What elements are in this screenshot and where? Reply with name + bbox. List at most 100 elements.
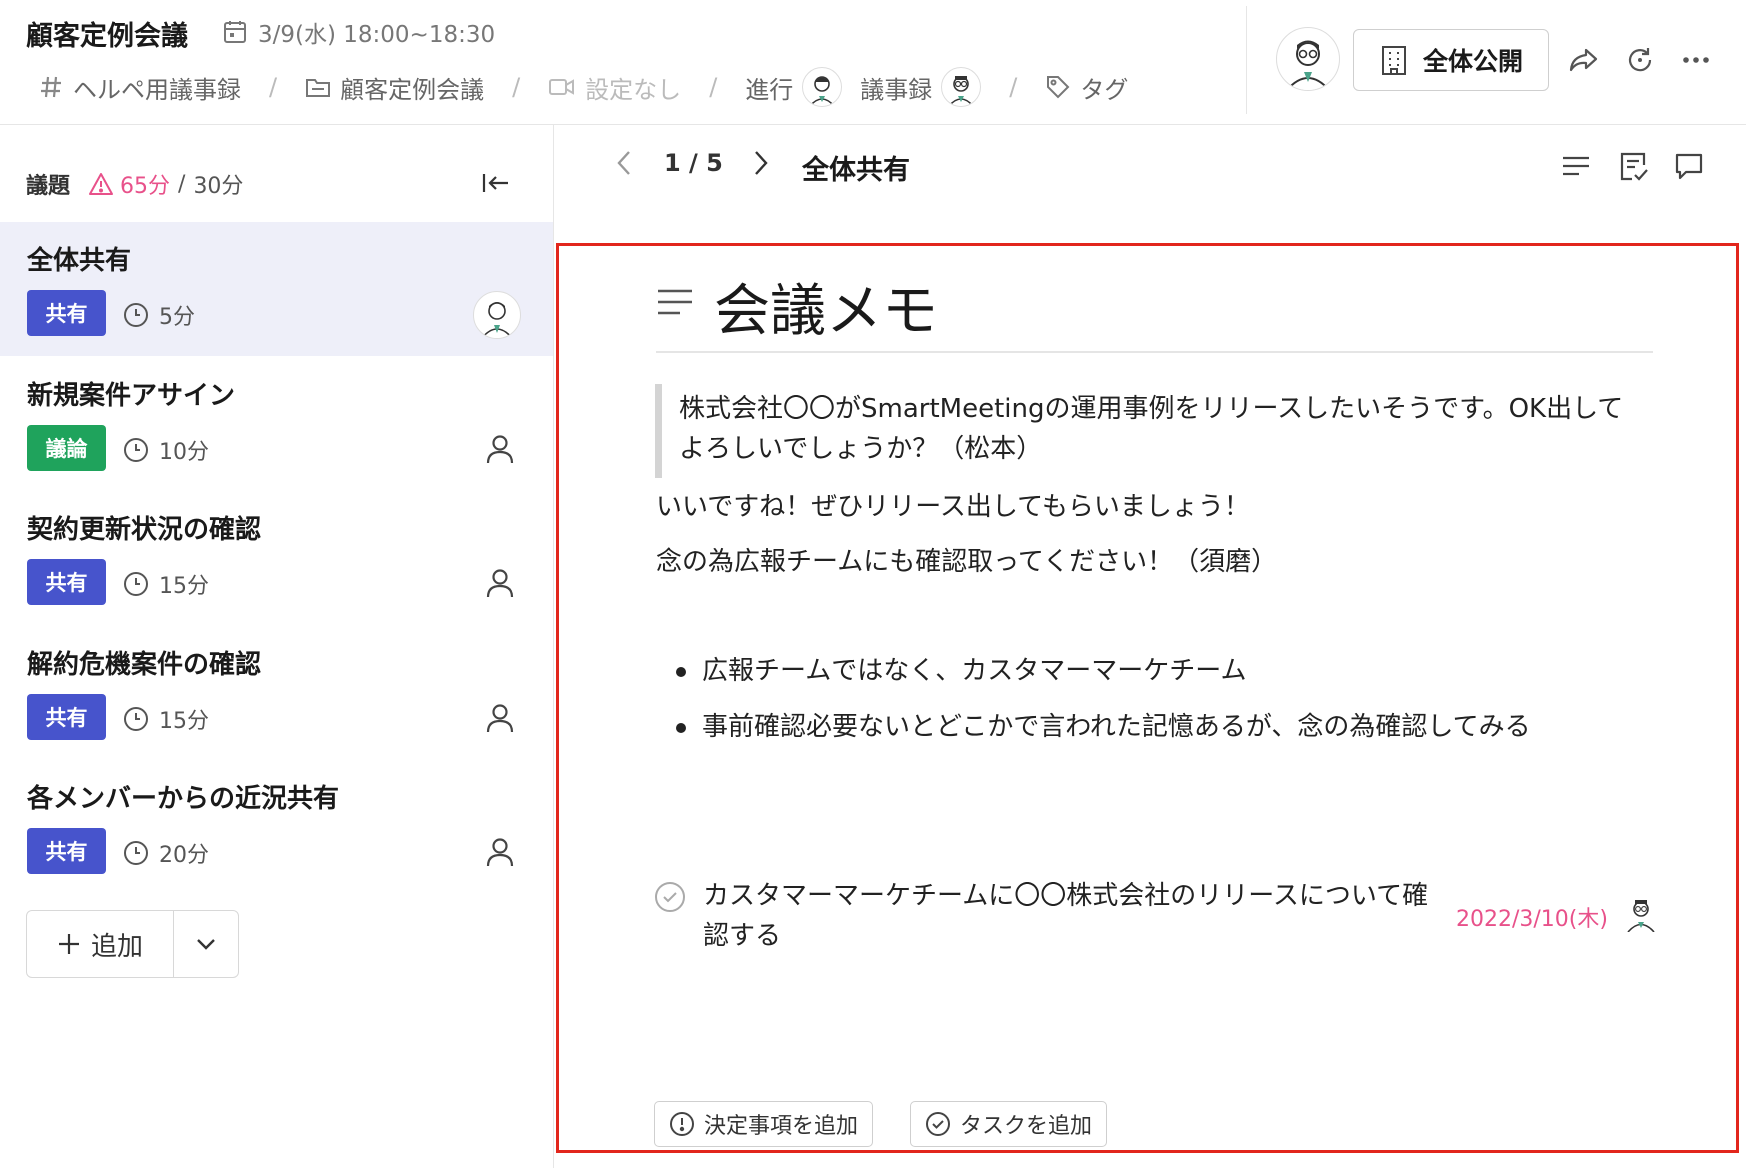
add-label: 追加: [90, 931, 143, 962]
agenda-header: 議題 65分 / 30分: [26, 168, 243, 200]
agenda-duration: 5分: [123, 299, 195, 331]
agenda-item[interactable]: 新規案件アサイン 議論 10分: [0, 357, 553, 491]
meeting-datetime[interactable]: 3/9(水) 18:00~18:30: [222, 15, 495, 49]
check-circle-icon: [925, 1111, 951, 1137]
clock-icon: [123, 302, 149, 328]
comment-icon[interactable]: [1673, 150, 1705, 182]
quote-bar: [655, 384, 662, 478]
host-avatar[interactable]: [1276, 27, 1340, 91]
meeting-title[interactable]: 顧客定例会議: [26, 14, 188, 53]
heading-icon: [656, 285, 694, 319]
clock-icon: [123, 706, 149, 732]
duration-text: 5分: [159, 305, 195, 330]
more-icon[interactable]: [1680, 44, 1712, 76]
agenda-type-badge: 共有: [27, 828, 106, 874]
folder-crumb[interactable]: 顧客定例会議: [305, 70, 484, 105]
memo-paragraph[interactable]: 念の為広報チームにも確認取ってください！（須磨）: [656, 541, 1277, 578]
outline-icon[interactable]: [1560, 150, 1592, 182]
agenda-item[interactable]: 全体共有 共有 5分: [0, 222, 553, 356]
total-time: 30分: [193, 174, 244, 199]
divider: [656, 351, 1653, 353]
agenda-item[interactable]: 契約更新状況の確認 共有 15分: [0, 491, 553, 625]
breadcrumb-separator: /: [269, 73, 278, 101]
datetime-text: 3/9(水) 18:00~18:30: [258, 22, 496, 48]
folder-name: 顧客定例会議: [340, 75, 485, 104]
add-agenda-button[interactable]: 追加: [27, 911, 174, 977]
breadcrumb: ヘルペ用議事録 / 顧客定例会議 / 設定なし / 進行 議事録 / タグ: [38, 67, 1128, 107]
alert-circle-icon: [669, 1111, 695, 1137]
avatar: [802, 67, 843, 107]
plus-icon: [57, 932, 81, 956]
agenda-pager: 1 / 5: [612, 148, 773, 178]
breadcrumb-separator: /: [512, 73, 521, 101]
agenda-duration: 15分: [123, 703, 209, 735]
video-icon: [548, 77, 576, 97]
agenda-item-title: 各メンバーからの近況共有: [27, 784, 340, 814]
user-icon[interactable]: [484, 836, 516, 868]
add-task-label: タスクを追加: [960, 1114, 1093, 1139]
memo-heading[interactable]: 会議メモ: [714, 266, 938, 347]
add-decision-button[interactable]: 決定事項を追加: [654, 1101, 874, 1147]
task-assignee-avatar[interactable]: [1625, 896, 1657, 932]
quote-block[interactable]: 株式会社〇〇がSmartMeetingの運用事例をリリースしたいそうです。OK出…: [679, 389, 1649, 469]
chevron-down-icon: [194, 932, 218, 956]
facilitator-crumb[interactable]: 進行: [745, 67, 843, 107]
page-counter: 1 / 5: [664, 149, 723, 177]
task-text[interactable]: カスタマーマーケチームに〇〇株式会社のリリースについて確認する: [703, 876, 1438, 956]
agenda-item[interactable]: 各メンバーからの近況共有 共有 20分: [0, 760, 553, 894]
agenda-item-title: 全体共有: [27, 246, 132, 276]
agenda-item[interactable]: 解約危機案件の確認 共有 15分: [0, 626, 553, 760]
memo-paragraph[interactable]: いいですね！ぜひリリース出してもらいましょう！: [656, 486, 1250, 523]
task-due-date[interactable]: 2022/3/10(木): [1456, 901, 1608, 933]
agenda-type-badge: 共有: [27, 559, 106, 605]
channel-name: ヘルペ用議事録: [73, 75, 241, 104]
channel-crumb[interactable]: ヘルペ用議事録: [38, 70, 241, 105]
tag-label: タグ: [1080, 75, 1129, 104]
agenda-duration: 10分: [123, 434, 209, 466]
refresh-icon[interactable]: [1624, 44, 1656, 76]
breadcrumb-separator: /: [709, 73, 718, 101]
calendar-icon: [222, 19, 248, 45]
tag-crumb[interactable]: タグ: [1045, 70, 1128, 105]
publish-label: 全体公開: [1422, 47, 1523, 76]
add-agenda-group: 追加: [26, 910, 239, 978]
duration-text: 15分: [159, 574, 209, 599]
agenda-duration: 15分: [123, 568, 209, 600]
folder-icon: [305, 75, 331, 99]
warning-icon: [88, 172, 114, 196]
duration-text: 10分: [159, 440, 209, 465]
video-setting: 設定なし: [585, 75, 682, 104]
facilitator-label: 進行: [745, 75, 794, 104]
add-task-button[interactable]: タスクを追加: [910, 1101, 1108, 1147]
notes-icon[interactable]: [1617, 150, 1649, 182]
duration-text: 15分: [159, 709, 209, 734]
collapse-sidebar-icon[interactable]: [479, 166, 513, 200]
add-decision-label: 決定事項を追加: [704, 1114, 859, 1139]
user-icon[interactable]: [484, 567, 516, 599]
avatar: [941, 67, 982, 107]
agenda-item-title: 新規案件アサイン: [27, 381, 236, 411]
over-time: 65分: [120, 174, 171, 199]
list-item[interactable]: 広報チームではなく、カスタマーマーケチーム: [674, 653, 1531, 709]
user-icon[interactable]: [484, 433, 516, 465]
section-title: 全体共有: [802, 155, 910, 186]
hash-icon: [38, 74, 64, 100]
tag-icon: [1045, 74, 1071, 100]
chevron-left-icon[interactable]: [612, 148, 636, 178]
user-icon[interactable]: [484, 702, 516, 734]
video-crumb[interactable]: 設定なし: [548, 70, 681, 105]
agenda-duration: 20分: [123, 837, 209, 869]
share-icon[interactable]: [1568, 44, 1600, 76]
minutes-crumb[interactable]: 議事録: [860, 67, 982, 107]
add-options-dropdown[interactable]: [174, 911, 238, 977]
check-circle-icon[interactable]: [654, 881, 686, 913]
agenda-item-title: 解約危機案件の確認: [27, 650, 262, 680]
publish-scope-button[interactable]: 全体公開: [1353, 29, 1549, 91]
time-separator: /: [178, 171, 186, 197]
avatar[interactable]: [473, 291, 521, 339]
chevron-right-icon[interactable]: [749, 148, 773, 178]
bullet-list: 広報チームではなく、カスタマーマーケチーム 事前確認必要ないとどこかで言われた記…: [674, 653, 1531, 765]
agenda-type-badge: 共有: [27, 290, 106, 336]
agenda-type-badge: 議論: [27, 425, 106, 471]
list-item[interactable]: 事前確認必要ないとどこかで言われた記憶あるが、念の為確認してみる: [674, 709, 1531, 765]
